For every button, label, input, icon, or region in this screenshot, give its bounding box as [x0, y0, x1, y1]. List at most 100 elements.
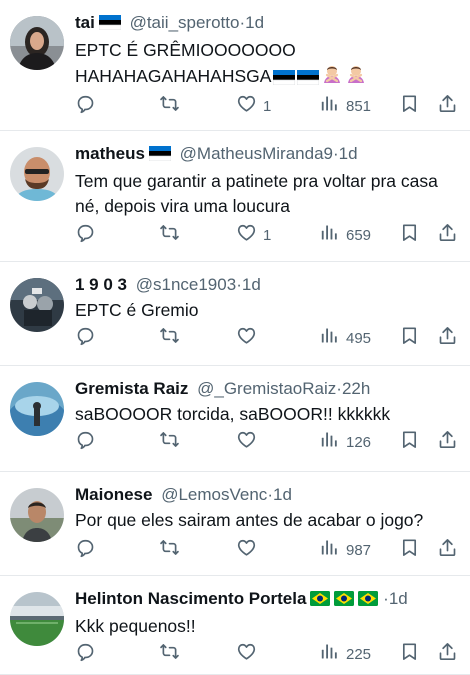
user-handle[interactable]: @MatheusMiranda9 — [180, 144, 333, 163]
tweet-content: tai @taii_sperotto·1d EPTC É GRÊMIOOOOOO… — [75, 12, 458, 92]
display-name[interactable]: Helinton Nascimento Portela — [75, 589, 306, 608]
share-button[interactable] — [437, 538, 458, 562]
action-bar: 225 — [75, 642, 458, 666]
like-button[interactable]: 1 — [236, 94, 271, 118]
share-button[interactable] — [437, 430, 458, 454]
tweet-text-body: EPTC É GRÊMIOOOOOOO HAHAHAGAHAHAHSGA — [75, 40, 296, 86]
retweet-button[interactable] — [159, 223, 186, 247]
retweet-button[interactable] — [159, 430, 186, 454]
timestamp[interactable]: 1d — [273, 485, 292, 504]
reply-button[interactable] — [75, 223, 102, 247]
reply-button[interactable] — [75, 430, 102, 454]
user-handle[interactable]: @LemosVenc — [161, 485, 267, 504]
display-name[interactable]: matheus — [75, 144, 145, 163]
reply-icon — [75, 537, 96, 563]
reply-feed: tai @taii_sperotto·1d EPTC É GRÊMIOOOOOO… — [0, 0, 470, 675]
timestamp[interactable]: 1d — [389, 589, 408, 608]
share-icon — [437, 325, 458, 351]
estonia-flag-emoji-icon — [297, 67, 320, 92]
user-handle[interactable]: @taii_sperotto — [130, 13, 240, 32]
retweet-button[interactable] — [159, 642, 186, 666]
avatar[interactable] — [10, 278, 64, 332]
views-button[interactable]: 659 — [319, 223, 371, 247]
views-button[interactable]: 495 — [319, 326, 371, 350]
view-count: 987 — [346, 541, 372, 559]
share-button[interactable] — [437, 94, 458, 118]
user-handle[interactable]: @_GremistaoRaiz — [197, 379, 336, 398]
brazil-flag-icon — [334, 590, 355, 612]
retweet-button[interactable] — [159, 326, 186, 350]
avatar[interactable] — [10, 592, 64, 646]
reply-tweet[interactable]: Gremista Raiz @_GremistaoRaiz·22h saBOOO… — [0, 366, 470, 472]
tweet-text-body: Tem que garantir a patinete pra voltar p… — [75, 171, 438, 216]
tweet-header: matheus @MatheusMiranda9·1d — [75, 143, 458, 167]
tweet-header: Helinton Nascimento Portela ·1d — [75, 588, 458, 612]
bookmark-icon — [399, 222, 420, 248]
retweet-button[interactable] — [159, 94, 186, 118]
like-button[interactable] — [236, 326, 263, 350]
view-count: 851 — [346, 97, 372, 115]
bookmark-button[interactable] — [399, 223, 420, 247]
timestamp[interactable]: 22h — [342, 379, 370, 398]
tweet-header: 1 9 0 3 @s1nce1903·1d — [75, 274, 458, 296]
bookmark-button[interactable] — [399, 94, 420, 118]
display-name[interactable]: tai — [75, 13, 95, 32]
timestamp[interactable]: 1d — [339, 144, 358, 163]
avatar[interactable] — [10, 16, 64, 70]
timestamp[interactable]: 1d — [242, 275, 261, 294]
views-button[interactable]: 987 — [319, 538, 371, 562]
tweet-text-body: saBOOOOR torcida, saBOOOR!! kkkkkk — [75, 404, 391, 424]
display-name[interactable]: 1 9 0 3 — [75, 275, 127, 294]
tweet-text: Por que eles sairam antes de acabar o jo… — [75, 508, 458, 533]
reply-tweet[interactable]: 1 9 0 3 @s1nce1903·1d EPTC é Gremio 495 — [0, 262, 470, 366]
share-button[interactable] — [437, 642, 458, 666]
action-bar: 126 — [75, 430, 458, 454]
brazil-flag-icon — [310, 590, 331, 612]
retweet-button[interactable] — [159, 538, 186, 562]
views-button[interactable]: 126 — [319, 430, 371, 454]
like-button[interactable] — [236, 430, 263, 454]
bookmark-icon — [399, 641, 420, 667]
avatar[interactable] — [10, 147, 64, 201]
reply-button[interactable] — [75, 538, 102, 562]
tweet-header: tai @taii_sperotto·1d — [75, 12, 458, 36]
action-bar: 495 — [75, 326, 458, 350]
share-button[interactable] — [437, 326, 458, 350]
bookmark-icon — [399, 537, 420, 563]
display-name[interactable]: Gremista Raiz — [75, 379, 188, 398]
like-button[interactable] — [236, 642, 263, 666]
views-button[interactable]: 851 — [319, 94, 371, 118]
reply-button[interactable] — [75, 642, 102, 666]
bookmark-icon — [399, 325, 420, 351]
reply-tweet[interactable]: Maionese @LemosVenc·1d Por que eles sair… — [0, 472, 470, 576]
bookmark-button[interactable] — [399, 430, 420, 454]
tweet-content: Helinton Nascimento Portela ·1d Kkk pequ… — [75, 588, 458, 639]
user-handle[interactable]: @s1nce1903 — [136, 275, 236, 294]
display-name[interactable]: Maionese — [75, 485, 152, 504]
reply-button[interactable] — [75, 94, 102, 118]
bookmark-button[interactable] — [399, 642, 420, 666]
like-count: 1 — [263, 226, 272, 244]
share-button[interactable] — [437, 223, 458, 247]
tweet-text: Kkk pequenos!! — [75, 614, 458, 639]
bookmark-button[interactable] — [399, 326, 420, 350]
views-button[interactable]: 225 — [319, 642, 371, 666]
reply-button[interactable] — [75, 326, 102, 350]
reply-tweet[interactable]: Helinton Nascimento Portela ·1d Kkk pequ… — [0, 576, 470, 675]
avatar[interactable] — [10, 488, 64, 542]
bookmark-button[interactable] — [399, 538, 420, 562]
reply-tweet[interactable]: matheus @MatheusMiranda9·1d Tem que gara… — [0, 131, 470, 262]
tweet-header: Maionese @LemosVenc·1d — [75, 484, 458, 506]
avatar[interactable] — [10, 382, 64, 436]
like-count: 1 — [263, 97, 272, 115]
reply-icon — [75, 429, 96, 455]
reply-tweet[interactable]: tai @taii_sperotto·1d EPTC É GRÊMIOOOOOO… — [0, 0, 470, 131]
timestamp[interactable]: 1d — [245, 13, 264, 32]
like-button[interactable] — [236, 538, 263, 562]
retweet-icon — [159, 325, 180, 351]
like-icon — [236, 537, 257, 563]
like-button[interactable]: 1 — [236, 223, 271, 247]
tweet-header: Gremista Raiz @_GremistaoRaiz·22h — [75, 378, 458, 400]
tweet-text-body: Por que eles sairam antes de acabar o jo… — [75, 510, 424, 530]
woman-gesturing-no-emoji-icon — [345, 63, 367, 92]
